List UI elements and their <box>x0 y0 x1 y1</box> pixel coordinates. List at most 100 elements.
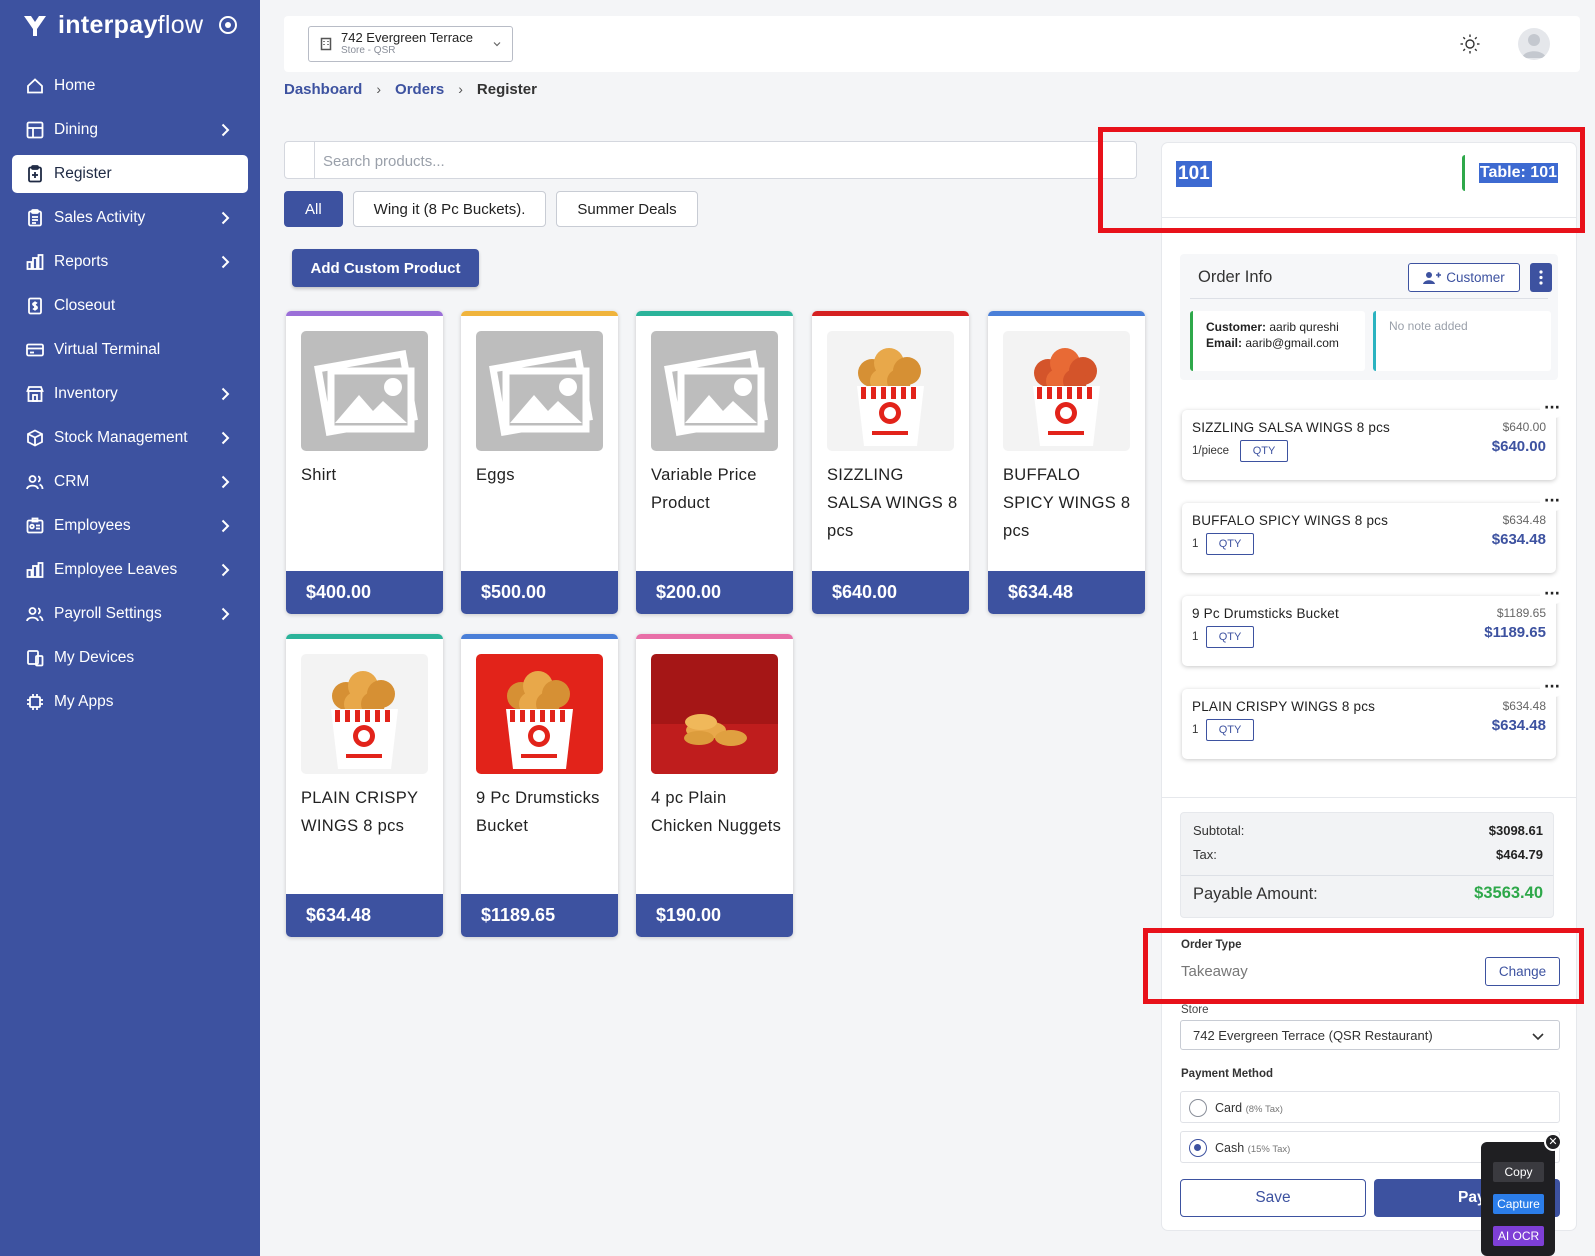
sidebar-item-employees[interactable]: Employees <box>12 507 248 545</box>
add-customer-button[interactable]: Customer <box>1408 263 1520 292</box>
sidebar-item-label: Virtual Terminal <box>54 341 161 358</box>
product-card[interactable]: 9 Pc Drumsticks Bucket $1189.65 <box>461 634 618 937</box>
payment-method-label: Payment Method <box>1181 1068 1274 1080</box>
product-price: $190.00 <box>636 894 793 937</box>
more-options-icon[interactable]: ··· <box>1540 398 1564 418</box>
cart-item[interactable]: SIZZLING SALSA WINGS 8 pcs 1/piece QTY $… <box>1182 398 1564 480</box>
user-avatar[interactable] <box>1518 28 1550 60</box>
store-dropdown[interactable]: 742 Evergreen Terrace (QSR Restaurant) <box>1180 1020 1560 1050</box>
product-card[interactable]: BUFFALO SPICY WINGS 8 pcs $634.48 <box>988 311 1145 614</box>
product-image <box>301 331 428 451</box>
change-order-type-button[interactable]: Change <box>1485 957 1560 986</box>
cart-item-original-price: $634.48 <box>1502 513 1546 527</box>
category-pill[interactable]: Wing it (8 Pc Buckets). <box>352 191 547 227</box>
add-custom-product-button[interactable]: Add Custom Product <box>292 249 479 287</box>
chevron-right-icon <box>216 253 234 271</box>
clipboard-list-icon <box>25 208 45 228</box>
card-accent <box>286 634 443 639</box>
payment-option-card[interactable]: Card (8% Tax) <box>1180 1091 1560 1123</box>
sidebar-item-payroll-settings[interactable]: Payroll Settings <box>12 595 248 633</box>
qty-button[interactable]: QTY <box>1206 719 1254 741</box>
breadcrumb-orders[interactable]: Orders <box>395 81 444 98</box>
card-accent <box>636 311 793 316</box>
cart-item-unit: 1 <box>1192 631 1199 643</box>
more-options-icon[interactable]: ··· <box>1540 677 1564 697</box>
product-card[interactable]: Eggs $500.00 <box>461 311 618 614</box>
qty-button[interactable]: QTY <box>1206 626 1254 648</box>
copy-button[interactable]: Copy <box>1493 1162 1544 1182</box>
radio-button[interactable] <box>1189 1139 1207 1157</box>
order-info-title: Order Info <box>1198 268 1273 286</box>
radio-button[interactable] <box>1189 1099 1207 1117</box>
product-image <box>476 654 603 774</box>
sidebar-item-stock-management[interactable]: Stock Management <box>12 419 248 457</box>
product-card[interactable]: SIZZLING SALSA WINGS 8 pcs $640.00 <box>812 311 969 614</box>
sidebar-item-register[interactable]: Register <box>12 155 248 193</box>
chevron-right-icon <box>216 517 234 535</box>
cart-item[interactable]: 9 Pc Drumsticks Bucket 1 QTY $1189.65 $1… <box>1182 584 1564 666</box>
product-name: 4 pc Plain Chicken Nuggets <box>651 789 782 835</box>
sidebar-item-my-devices[interactable]: My Devices <box>12 639 248 677</box>
cart-item-price: $1189.65 <box>1484 624 1546 641</box>
sidebar-item-inventory[interactable]: Inventory <box>12 375 248 413</box>
qty-button[interactable]: QTY <box>1240 440 1288 462</box>
card-accent <box>988 311 1145 316</box>
product-price: $500.00 <box>461 571 618 614</box>
cart-item[interactable]: PLAIN CRISPY WINGS 8 pcs 1 QTY $634.48 $… <box>1182 677 1564 759</box>
subtotal-row: Subtotal: $3098.61 <box>1193 823 1543 838</box>
product-card[interactable]: Variable Price Product $200.00 <box>636 311 793 614</box>
cart-item-original-price: $640.00 <box>1502 420 1546 434</box>
category-pill[interactable]: Summer Deals <box>556 191 698 227</box>
close-icon[interactable]: ✕ <box>1544 1133 1562 1151</box>
product-card[interactable]: 4 pc Plain Chicken Nuggets $190.00 <box>636 634 793 937</box>
search-input[interactable] <box>323 150 1103 172</box>
order-note[interactable]: No note added <box>1373 311 1551 371</box>
brand[interactable]: interpayflow <box>22 10 238 40</box>
order-type-value: Takeaway <box>1181 963 1248 980</box>
image-placeholder-icon <box>651 331 778 451</box>
sidebar-item-home[interactable]: Home <box>12 67 248 105</box>
product-card[interactable]: PLAIN CRISPY WINGS 8 pcs $634.48 <box>286 634 443 937</box>
save-button[interactable]: Save <box>1180 1179 1366 1217</box>
category-all[interactable]: All <box>284 191 343 227</box>
sidebar-item-sales-activity[interactable]: Sales Activity <box>12 199 248 237</box>
sidebar-item-employee-leaves[interactable]: Employee Leaves <box>12 551 248 589</box>
card-accent <box>636 634 793 639</box>
store-selector[interactable]: 742 Evergreen Terrace Store - QSR <box>308 26 513 62</box>
cart-item[interactable]: BUFFALO SPICY WINGS 8 pcs 1 QTY $634.48 … <box>1182 491 1564 573</box>
sidebar-item-dining[interactable]: Dining <box>12 111 248 149</box>
breadcrumb-dashboard[interactable]: Dashboard <box>284 81 362 98</box>
sidebar-item-crm[interactable]: CRM <box>12 463 248 501</box>
cart-item-unit: 1 <box>1192 724 1199 736</box>
qty-button[interactable]: QTY <box>1206 533 1254 555</box>
theme-toggle-icon[interactable] <box>1459 33 1481 55</box>
user-plus-icon <box>1423 271 1442 284</box>
breadcrumb-current: Register <box>476 80 537 98</box>
product-name: SIZZLING SALSA WINGS 8 pcs <box>827 466 958 540</box>
sidebar-item-label: Dining <box>54 121 98 138</box>
order-options-button[interactable] <box>1530 263 1552 292</box>
sidebar-nav: Home Dining Register Sales Activity Repo… <box>12 67 248 727</box>
ai-ocr-button[interactable]: AI OCR <box>1493 1226 1544 1246</box>
chevron-right-icon <box>216 121 234 139</box>
sidebar-item-label: Register <box>54 165 112 182</box>
capture-button[interactable]: Capture <box>1493 1194 1544 1214</box>
product-name: 9 Pc Drumsticks Bucket <box>476 789 600 835</box>
bar-chart-icon <box>25 560 45 580</box>
cart-item-name: BUFFALO SPICY WINGS 8 pcs <box>1192 513 1389 528</box>
totals-box: Subtotal: $3098.61 Tax: $464.79 Payable … <box>1180 812 1554 918</box>
divider <box>1181 875 1553 876</box>
sidebar-item-virtual-terminal[interactable]: Virtual Terminal <box>12 331 248 369</box>
sidebar-item-label: CRM <box>54 473 90 490</box>
sidebar-item-closeout[interactable]: Closeout <box>12 287 248 325</box>
more-options-icon[interactable]: ··· <box>1540 491 1564 511</box>
tax-value: $464.79 <box>1496 847 1543 862</box>
store-name: 742 Evergreen Terrace <box>341 30 474 45</box>
breadcrumb-separator-icon: › <box>376 81 382 97</box>
more-options-icon[interactable]: ··· <box>1540 584 1564 604</box>
sidebar-item-reports[interactable]: Reports <box>12 243 248 281</box>
sidebar-item-my-apps[interactable]: My Apps <box>12 683 248 721</box>
product-card[interactable]: Shirt $400.00 <box>286 311 443 614</box>
product-price: $200.00 <box>636 571 793 614</box>
sidebar-toggle-icon[interactable] <box>219 16 238 34</box>
